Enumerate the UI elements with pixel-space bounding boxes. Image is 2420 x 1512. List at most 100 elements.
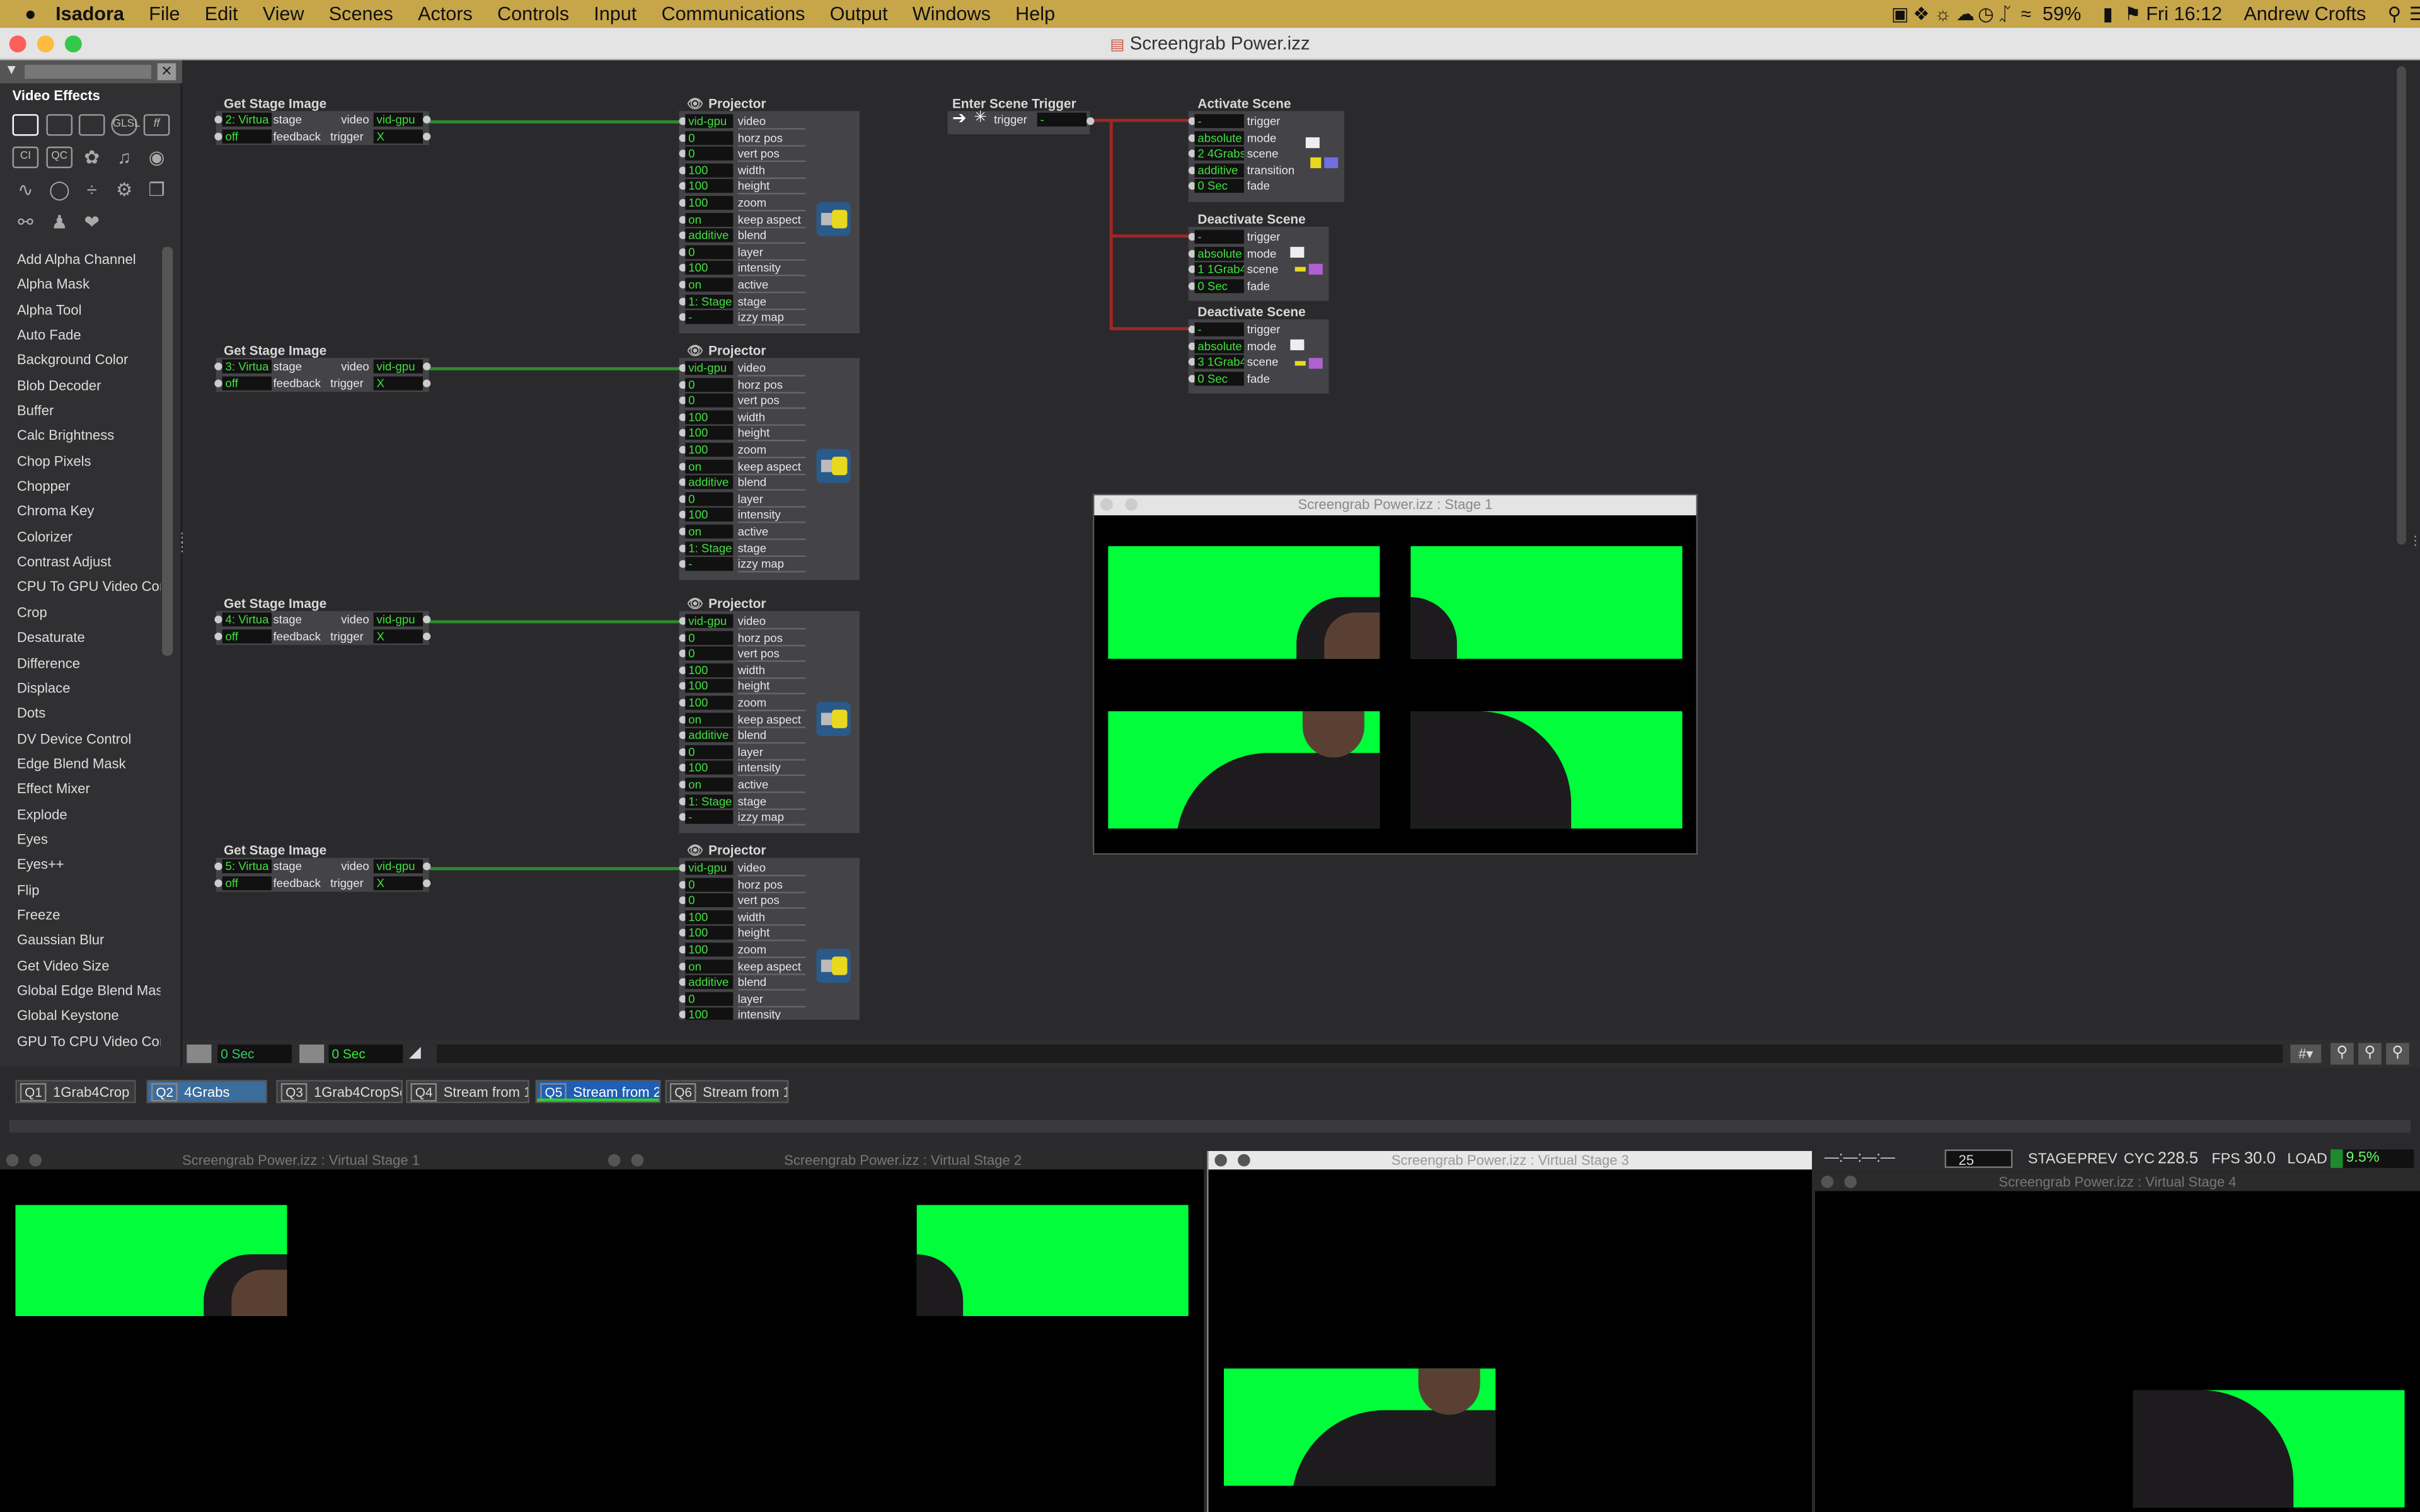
notification-center-icon[interactable]: ☰ (2399, 3, 2420, 25)
fx-list-item[interactable]: Chop Pixels (0, 449, 161, 474)
fx-list-item[interactable]: Freeze (0, 903, 161, 928)
fx-list-item[interactable]: Contrast Adjust (0, 549, 161, 575)
feedback-input-port[interactable] (214, 633, 222, 641)
fx-list-item[interactable]: Alpha Mask (0, 272, 161, 297)
projector-value-field[interactable]: vid-gpu (685, 861, 734, 875)
feedback-value-field[interactable]: off (222, 129, 272, 144)
right-time-field[interactable]: 0 Sec (328, 1044, 403, 1063)
stage-value-field[interactable]: 4: Virtua (222, 612, 272, 627)
fx-list-item[interactable]: Gaussian Blur (0, 928, 161, 953)
virtual-stage-2-window[interactable]: Screengrab Power.izz : Virtual Stage 2 (602, 1150, 1204, 1512)
zoom-window-button[interactable] (64, 35, 82, 53)
fx-list-item[interactable]: Desaturate (0, 625, 161, 650)
fx-list-item[interactable]: Colorizer (0, 524, 161, 549)
fx-list-item[interactable]: Get Video Size (0, 953, 161, 978)
stage-input-port[interactable] (214, 115, 222, 123)
menu-view[interactable]: View (250, 3, 316, 25)
projector-value-field[interactable]: on (685, 712, 734, 726)
fx-list-item[interactable]: Explode (0, 801, 161, 827)
timeline-icon[interactable] (187, 1044, 212, 1063)
projector-value-field[interactable]: additive (685, 975, 734, 990)
projector-value-field[interactable]: 100 (685, 663, 734, 677)
frame-rate-field[interactable]: 25 (1944, 1149, 2013, 1168)
projector-value-field[interactable]: 100 (685, 910, 734, 924)
scene-tab-2[interactable]: Q2 4Grabs (146, 1080, 267, 1104)
projector-value-field[interactable]: additive (685, 728, 734, 743)
menu-communications[interactable]: Communications (649, 3, 817, 25)
projector-value-field[interactable]: 0 (685, 130, 734, 145)
zoom-reset-icon[interactable]: ⚲ (2358, 1043, 2382, 1065)
stage-input-port[interactable] (214, 362, 222, 370)
projector-value-field[interactable]: 0 (685, 893, 734, 908)
trigger-cable[interactable] (1109, 118, 1194, 122)
trigger-cable[interactable] (1109, 234, 1194, 238)
deactivate-scene-value-field[interactable]: 1 1Grab4 (1194, 262, 1244, 277)
eye-icon[interactable]: 👁 (687, 343, 703, 360)
time-scrubber[interactable] (437, 1044, 2283, 1063)
bluetooth-icon[interactable]: ᛢ (1988, 3, 2010, 25)
fx-list-item[interactable]: Buffer (0, 398, 161, 423)
wifi-icon[interactable]: ≈ (2010, 3, 2032, 25)
hash-menu-button[interactable]: #▾ (2290, 1044, 2322, 1063)
mode-menu-icon[interactable] (1290, 246, 1305, 258)
mode-menu-icon[interactable] (1305, 137, 1320, 149)
eye-icon[interactable]: 👁 (687, 595, 703, 612)
video-output-port[interactable] (423, 616, 431, 624)
menu-output[interactable]: Output (817, 3, 900, 25)
projector-value-field[interactable]: 1: Stage (685, 294, 734, 308)
windows-category-icon[interactable]: ❐ (144, 179, 170, 200)
spotlight-search-icon[interactable]: ⚲ (2377, 3, 2402, 25)
menu-help[interactable]: Help (1003, 3, 1068, 25)
eye-icon[interactable]: 👁 (687, 842, 703, 859)
zoom-in-icon[interactable]: ⚲ (2386, 1043, 2409, 1065)
network-category-icon[interactable]: ⚯ (13, 212, 39, 233)
fx-list-item[interactable]: Edge Blend Mask (0, 751, 161, 776)
camera-icon[interactable]: ▣ (1881, 3, 1909, 25)
close-window-button[interactable] (1821, 1176, 1834, 1188)
preview-button[interactable]: PREV (2077, 1151, 2117, 1168)
projector-value-field[interactable]: 0 (685, 147, 734, 161)
fx-list-item[interactable]: Alpha Tool (0, 297, 161, 323)
video-cable[interactable] (427, 120, 683, 123)
mouse-category-icon[interactable]: ◯ (46, 179, 72, 200)
menu-scenes[interactable]: Scenes (316, 3, 405, 25)
projector-value-field[interactable]: 100 (685, 442, 734, 457)
disclosure-triangle-icon[interactable]: ▼ (4, 62, 18, 77)
uk-flag-icon[interactable]: ⚑ (2114, 3, 2141, 25)
creative-cloud-icon[interactable]: ☼ (1923, 3, 1952, 25)
generator-category-icon[interactable]: ∿ (13, 179, 39, 200)
projector-value-field[interactable]: vid-gpu (685, 114, 734, 129)
projector-value-field[interactable]: 0 (685, 491, 734, 506)
fx-list-item[interactable]: Blob Decoder (0, 373, 161, 398)
fx-list-item[interactable]: Chroma Key (0, 499, 161, 524)
fx-list-item[interactable]: Calc Brightness (0, 423, 161, 449)
battery-percent[interactable]: 59% (2032, 3, 2092, 25)
trigger-output-port[interactable] (423, 379, 431, 387)
close-icon[interactable]: ✕ (157, 63, 176, 81)
canvas-resize-handle[interactable]: ⋮ (2409, 534, 2420, 595)
video-output-port[interactable] (423, 115, 431, 123)
projector-value-field[interactable]: - (685, 810, 734, 825)
scene-tab-3[interactable]: Q3 1Grab4CropSc (276, 1080, 403, 1104)
close-window-button[interactable] (9, 35, 26, 53)
video-cable[interactable] (427, 867, 683, 871)
ff-category-icon[interactable]: ff (143, 114, 170, 136)
trigger-output-port[interactable] (423, 879, 431, 888)
play-triangle-icon[interactable]: ◢ (409, 1045, 430, 1063)
fx-list-item[interactable]: Chopper (0, 474, 161, 499)
video-out-category-icon[interactable] (78, 114, 105, 136)
heart-category-icon[interactable]: ❤ (79, 212, 105, 233)
projector-value-field[interactable]: 1: Stage (685, 794, 734, 808)
minimize-window-button[interactable] (1238, 1154, 1250, 1167)
feedback-input-port[interactable] (214, 132, 222, 140)
fx-list-item[interactable]: Effect Mixer (0, 776, 161, 801)
projector-value-field[interactable]: 0 (685, 393, 734, 408)
envelope-icon[interactable] (299, 1044, 325, 1063)
fx-list-item[interactable]: Global Edge Blend Mas (0, 978, 161, 1004)
projector-value-field[interactable]: 100 (685, 426, 734, 440)
scene-tab-5[interactable]: Q5 Stream from 2 (535, 1080, 661, 1104)
projector-value-field[interactable]: 100 (685, 1008, 734, 1020)
projector-value-field[interactable]: on (685, 277, 734, 292)
projector-value-field[interactable]: 0 (685, 630, 734, 644)
close-window-button[interactable] (1100, 498, 1113, 511)
